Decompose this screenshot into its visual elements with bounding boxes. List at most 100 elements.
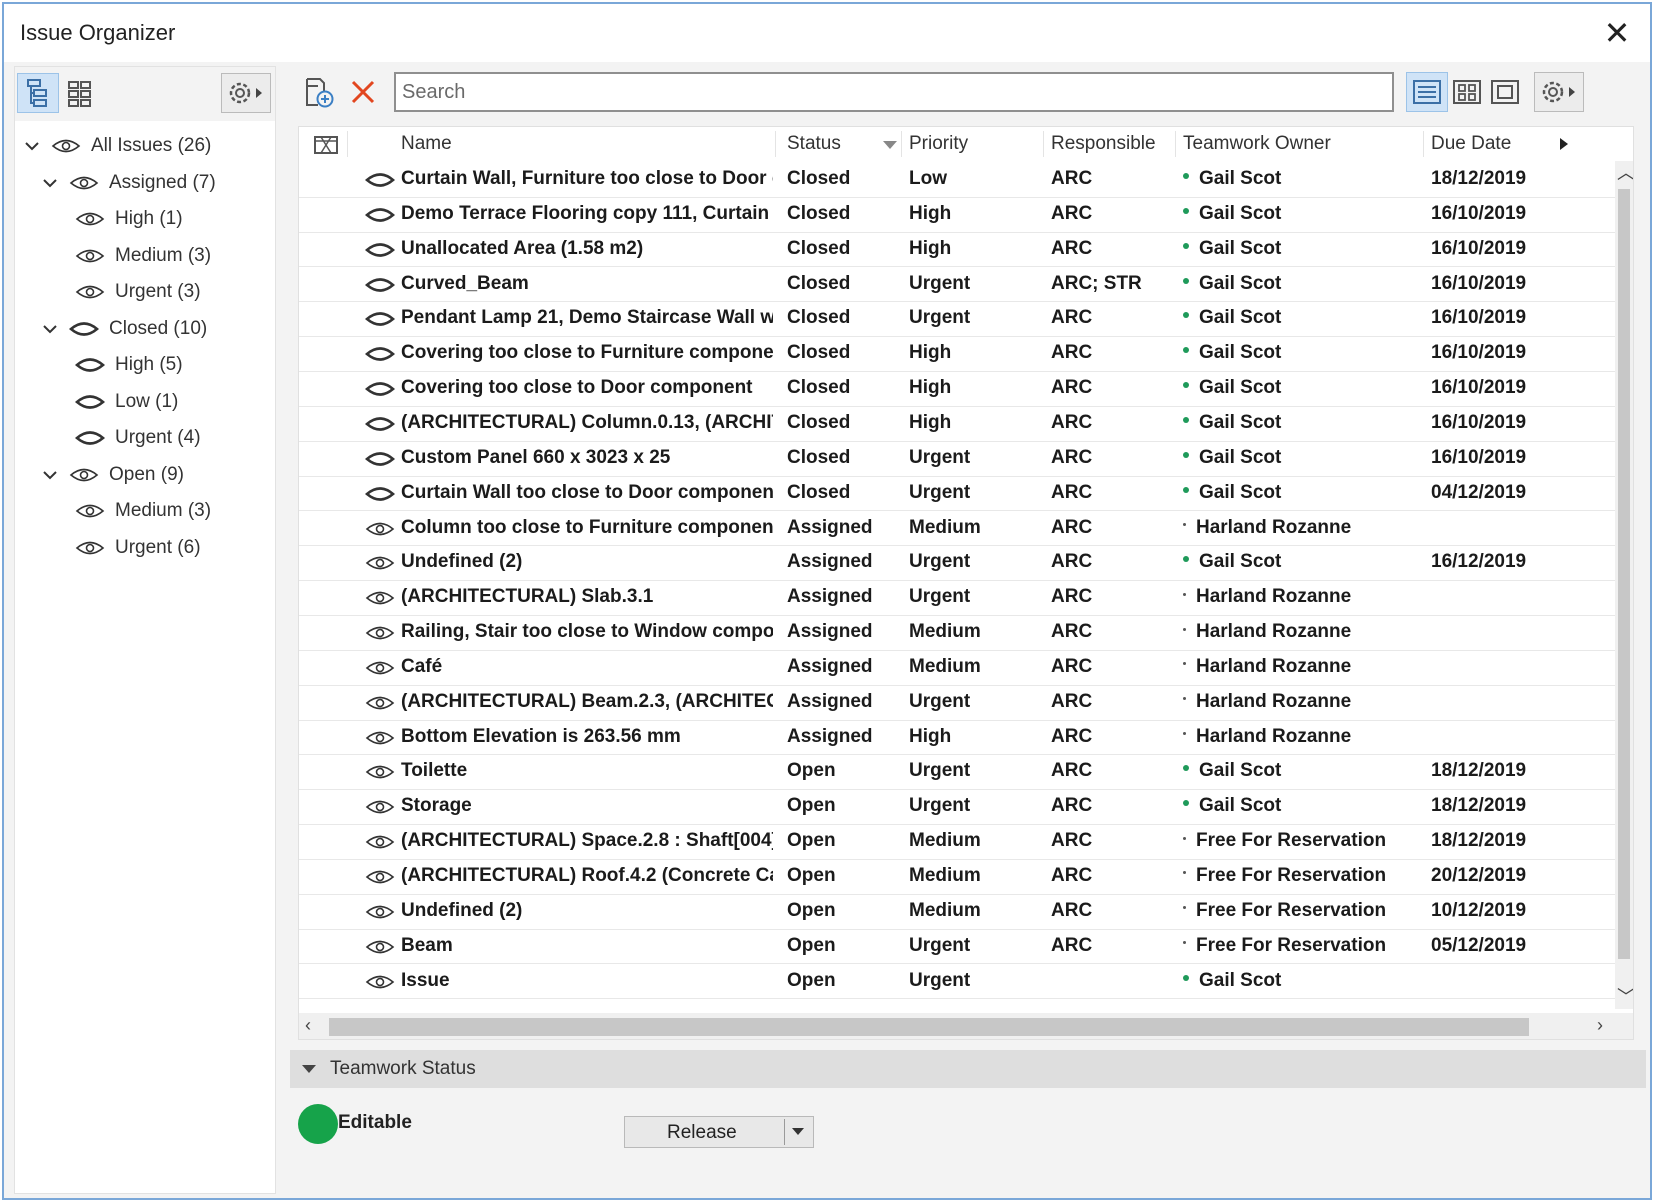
eye-closed-icon[interactable] <box>365 415 395 433</box>
eye-closed-icon[interactable] <box>365 241 395 259</box>
vertical-scrollbar[interactable]: ︿ ﹀ <box>1615 161 1633 1009</box>
eye-icon[interactable] <box>365 694 395 712</box>
eye-icon[interactable] <box>365 973 395 991</box>
tree-item[interactable]: Medium (3) <box>75 494 211 528</box>
tree-item[interactable]: Urgent (6) <box>75 531 201 565</box>
eye-closed-icon[interactable] <box>365 345 395 363</box>
eye-icon[interactable] <box>365 659 395 677</box>
eye-closed-icon[interactable] <box>75 356 105 374</box>
scroll-right-icon[interactable]: › <box>1597 1015 1603 1036</box>
tree-item[interactable]: Urgent (3) <box>75 275 201 309</box>
chevron-down-icon[interactable] <box>23 137 41 155</box>
tree-item[interactable]: High (1) <box>75 202 183 236</box>
eye-icon[interactable] <box>365 554 395 572</box>
table-row[interactable]: Covering too close to Door component Clos… <box>299 370 1617 407</box>
table-row[interactable]: (ARCHITECTURAL) Roof.4.2 (Concrete Cast-… <box>299 858 1617 895</box>
table-row[interactable]: Café Assigned Medium ARC Harland Rozanne <box>299 649 1617 686</box>
eye-icon[interactable] <box>75 502 105 520</box>
column-header-responsible[interactable]: Responsible <box>1051 133 1156 155</box>
table-row[interactable]: Railing, Stair too close to Window compo… <box>299 614 1617 651</box>
eye-closed-icon[interactable] <box>365 310 395 328</box>
table-row[interactable]: Undefined (2) Assigned Urgent ARC Gail Scot 1… <box>299 544 1617 582</box>
eye-icon[interactable] <box>75 283 105 301</box>
column-header-status[interactable]: Status <box>787 133 841 155</box>
eye-icon[interactable] <box>365 624 395 642</box>
teamwork-status-header[interactable]: Teamwork Status <box>290 1050 1646 1088</box>
scroll-up-icon[interactable]: ︿ <box>1617 159 1633 185</box>
scroll-left-icon[interactable]: ‹ <box>305 1015 311 1036</box>
column-header-due-date[interactable]: Due Date <box>1431 133 1511 155</box>
eye-icon[interactable] <box>365 938 395 956</box>
eye-icon[interactable] <box>365 798 395 816</box>
table-row[interactable]: Curtain Wall, Furniture too close to Doo… <box>299 161 1617 198</box>
tree-item[interactable]: Closed (10) <box>41 312 207 346</box>
eye-closed-icon[interactable] <box>75 429 105 447</box>
thumbnail-view-button[interactable] <box>1446 72 1488 112</box>
release-dropdown-icon[interactable] <box>792 1128 804 1135</box>
eye-icon[interactable] <box>365 763 395 781</box>
table-row[interactable]: (ARCHITECTURAL) Space.2.8 : Shaft[004] Op… <box>299 823 1617 860</box>
table-row[interactable]: Storage Open Urgent ARC Gail Scot 18/12/2019 <box>299 788 1617 826</box>
tree-view-button[interactable] <box>17 73 59 113</box>
table-row[interactable]: Unallocated Area (1.58 m2) Closed High ARC G… <box>299 231 1617 268</box>
eye-closed-icon[interactable] <box>365 485 395 503</box>
close-button[interactable]: ✕ <box>1600 16 1634 50</box>
vertical-scroll-thumb[interactable] <box>1618 189 1630 959</box>
eye-closed-icon[interactable] <box>365 450 395 468</box>
list-view-button[interactable] <box>1406 72 1448 112</box>
table-row[interactable]: Pendant Lamp 21, Demo Staircase Wall wit… <box>299 300 1617 338</box>
main-settings-button[interactable] <box>1534 72 1584 112</box>
eye-icon[interactable] <box>365 833 395 851</box>
table-row[interactable]: Curved_Beam Closed Urgent ARC; STR Gail Scot… <box>299 266 1617 303</box>
tree-item[interactable]: Open (9) <box>41 458 184 492</box>
eye-icon[interactable] <box>365 868 395 886</box>
horizontal-scroll-thumb[interactable] <box>329 1018 1529 1036</box>
grid-view-button[interactable] <box>59 73 101 113</box>
horizontal-scrollbar[interactable]: ‹ › <box>299 1013 1633 1039</box>
column-header-owner[interactable]: Teamwork Owner <box>1183 133 1331 155</box>
release-button[interactable]: Release <box>624 1116 814 1148</box>
table-row[interactable]: Undefined (2) Open Medium ARC Free For Reser… <box>299 893 1617 930</box>
eye-icon[interactable] <box>365 589 395 607</box>
column-header-name[interactable]: Name <box>401 133 452 155</box>
table-row[interactable]: Covering too close to Furniture componen… <box>299 335 1617 373</box>
chevron-down-icon[interactable] <box>41 174 59 192</box>
eye-closed-icon[interactable] <box>365 206 395 224</box>
scroll-right-header-icon[interactable] <box>1559 137 1569 151</box>
sidebar-settings-button[interactable] <box>221 73 271 113</box>
table-row[interactable]: Issue Open Urgent Gail Scot <box>299 963 1617 1000</box>
table-row[interactable]: (ARCHITECTURAL) Slab.3.1 Assigned Urgent AR… <box>299 579 1617 616</box>
eye-icon[interactable] <box>75 539 105 557</box>
table-row[interactable]: Curtain Wall too close to Door component… <box>299 475 1617 512</box>
table-row[interactable]: (ARCHITECTURAL) Column.0.13, (ARCHITECT C… <box>299 405 1617 442</box>
delete-issue-button[interactable] <box>342 72 384 112</box>
eye-closed-icon[interactable] <box>75 393 105 411</box>
tree-item[interactable]: High (5) <box>75 348 183 382</box>
eye-icon[interactable] <box>365 903 395 921</box>
column-chooser-icon[interactable] <box>313 135 339 155</box>
eye-icon[interactable] <box>365 520 395 538</box>
table-row[interactable]: Column too close to Furniture component A… <box>299 510 1617 547</box>
eye-icon[interactable] <box>365 729 395 747</box>
table-row[interactable]: Demo Terrace Flooring copy 111, Curtain … <box>299 196 1617 233</box>
search-input[interactable] <box>394 72 1394 112</box>
column-header-priority[interactable]: Priority <box>909 133 968 155</box>
table-row[interactable]: Beam Open Urgent ARC Free For Reservation 05/… <box>299 928 1617 965</box>
eye-closed-icon[interactable] <box>365 380 395 398</box>
table-row[interactable]: Custom Panel 660 x 3023 x 25 Closed Urgent… <box>299 440 1617 477</box>
eye-closed-icon[interactable] <box>69 320 99 338</box>
new-issue-button[interactable] <box>298 72 340 112</box>
eye-closed-icon[interactable] <box>365 276 395 294</box>
table-row[interactable]: (ARCHITECTURAL) Beam.2.3, (ARCHITECTUR As… <box>299 684 1617 721</box>
scroll-down-icon[interactable]: ﹀ <box>1617 983 1633 1009</box>
eye-icon[interactable] <box>69 466 99 484</box>
tree-item[interactable]: All Issues (26) <box>23 129 211 163</box>
eye-icon[interactable] <box>75 247 105 265</box>
tree-item[interactable]: Medium (3) <box>75 239 211 273</box>
eye-icon[interactable] <box>69 174 99 192</box>
table-row[interactable]: Toilette Open Urgent ARC Gail Scot 18/12/2019 <box>299 753 1617 791</box>
tree-item[interactable]: Urgent (4) <box>75 421 201 455</box>
chevron-down-icon[interactable] <box>41 466 59 484</box>
preview-view-button[interactable] <box>1484 72 1526 112</box>
eye-closed-icon[interactable] <box>365 171 395 189</box>
